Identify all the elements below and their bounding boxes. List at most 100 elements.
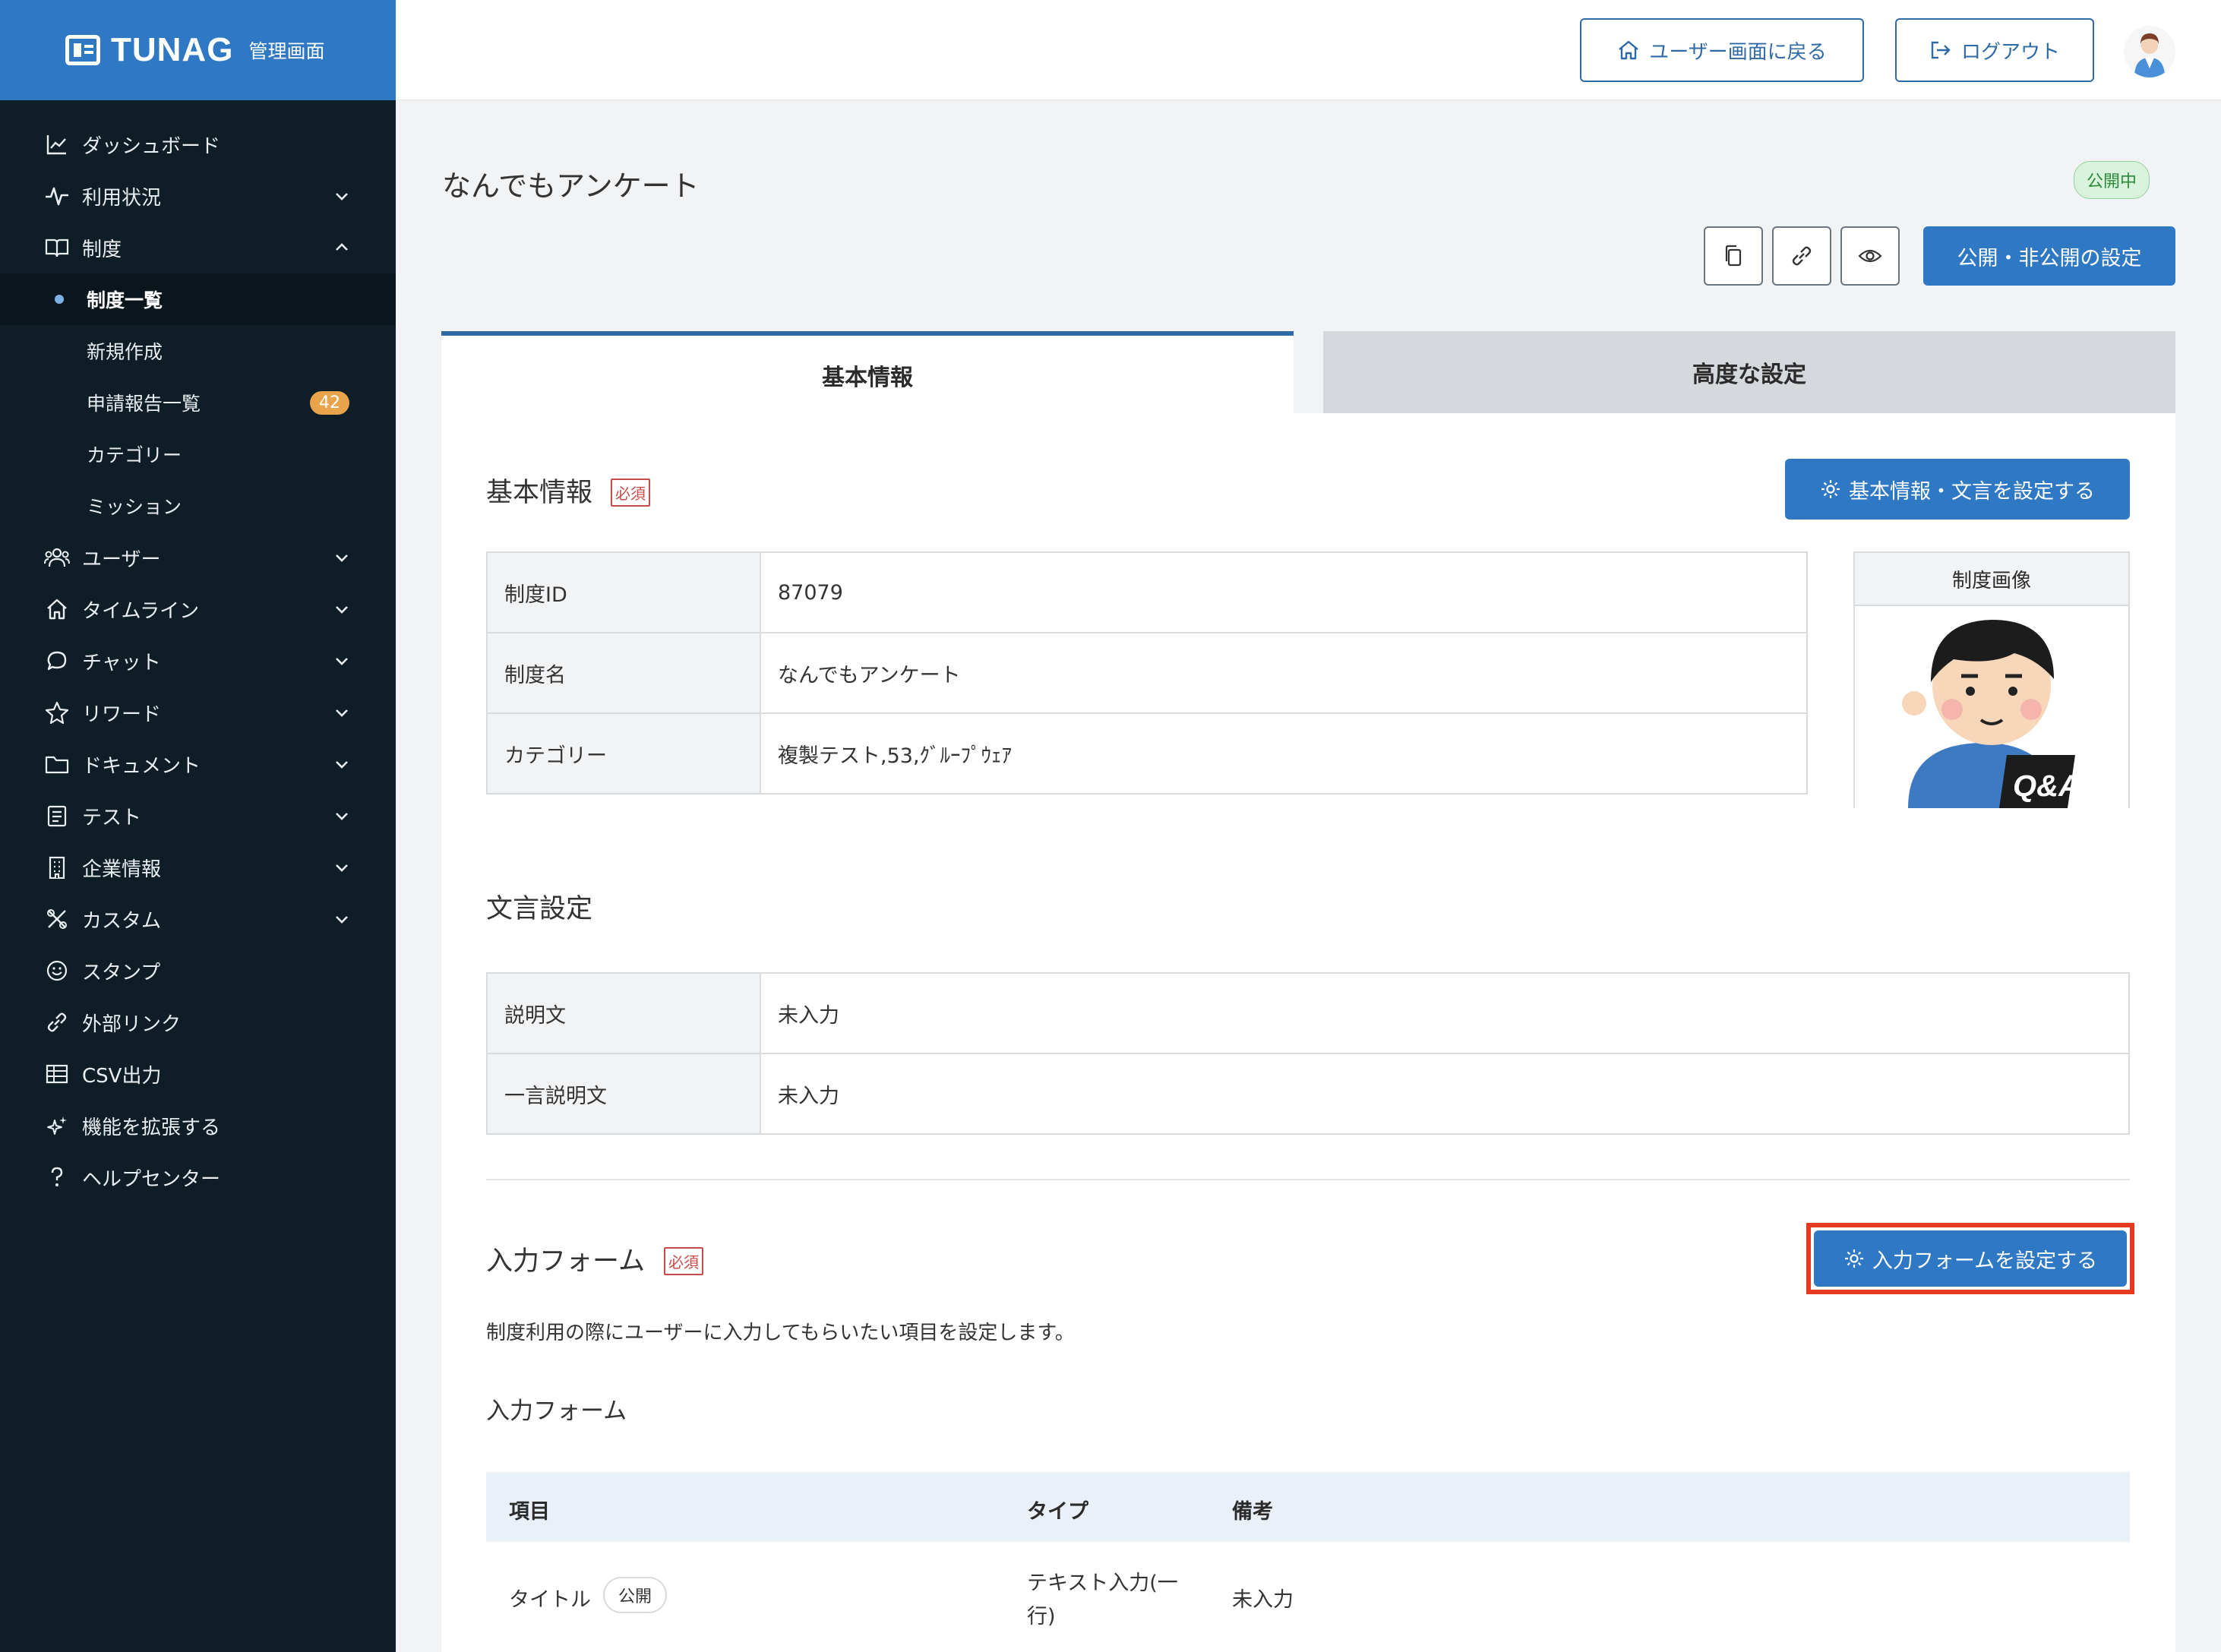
- input-form-subtitle: 入力フォーム: [486, 1398, 627, 1425]
- top-header: ユーザー画面に戻る ログアウト: [396, 0, 2221, 100]
- sidebar-item-label: テスト: [82, 806, 142, 829]
- chevron-down-icon: [336, 761, 348, 769]
- logout-button[interactable]: ログアウト: [1895, 18, 2094, 82]
- sidebar-subitem-applications[interactable]: 申請報告一覧 42: [0, 377, 396, 428]
- form-item-type-line1: テキスト入力(一: [1027, 1571, 1178, 1595]
- sidebar-item-label: CSV出力: [82, 1064, 162, 1088]
- chevron-down-icon: [336, 709, 348, 717]
- sidebar-item-label: 機能を拡張する: [82, 1116, 221, 1139]
- link-icon: [44, 1009, 70, 1035]
- sidebar-item-label: 外部リンク: [82, 1012, 182, 1036]
- sidebar-item-timeline[interactable]: タイムライン: [0, 583, 396, 635]
- table-row: 制度ID 87079: [486, 551, 1808, 633]
- sidebar-item-reward[interactable]: リワード: [0, 687, 396, 738]
- sidebar-item-stamp[interactable]: スタンプ: [0, 945, 396, 997]
- row-label: 一言説明文: [486, 1053, 761, 1135]
- sidebar-subitem-system-list[interactable]: 制度一覧: [0, 273, 396, 325]
- copy-link-button[interactable]: [1772, 226, 1831, 286]
- row-label: 説明文: [486, 972, 761, 1054]
- table-row: カテゴリー 複製テスト,53,ｸﾞﾙｰﾌﾟｳｪｱ: [486, 712, 1808, 794]
- building-icon: [44, 854, 70, 880]
- sidebar-item-external-link[interactable]: 外部リンク: [0, 997, 396, 1048]
- tab-basic-info[interactable]: 基本情報: [441, 331, 1294, 415]
- required-badge: 必須: [664, 1247, 703, 1275]
- sidebar-subitem-mission[interactable]: ミッション: [0, 480, 396, 532]
- sidebar-nav: ダッシュボード 利用状況 制度 制度一覧 新規作成 申請報告一覧 42 カテゴリ…: [0, 100, 396, 1203]
- sidebar-subitem-category[interactable]: カテゴリー: [0, 428, 396, 480]
- sidebar-item-chat[interactable]: チャット: [0, 635, 396, 687]
- logo-icon: [65, 35, 100, 65]
- tab-advanced-settings[interactable]: 高度な設定: [1323, 331, 2175, 413]
- row-label: 制度名: [486, 632, 761, 714]
- publish-settings-button[interactable]: 公開・非公開の設定: [1923, 226, 2175, 286]
- sidebar-item-usage[interactable]: 利用状況: [0, 170, 396, 222]
- sidebar-item-label: チャット: [82, 651, 161, 674]
- sidebar-item-dashboard[interactable]: ダッシュボード: [0, 118, 396, 170]
- sidebar-item-custom[interactable]: カスタム: [0, 893, 396, 945]
- column-header-item: 項目: [509, 1500, 550, 1524]
- row-label: 制度ID: [486, 551, 761, 633]
- chevron-down-icon: [336, 916, 348, 924]
- system-image-box: 制度画像 Q&A: [1853, 551, 2130, 808]
- home-icon: [1619, 40, 1639, 60]
- chat-icon: [44, 648, 70, 674]
- sidebar-item-system[interactable]: 制度: [0, 222, 396, 273]
- sidebar-subitem-label: カテゴリー: [87, 444, 182, 466]
- row-value: 複製テスト,53,ｸﾞﾙｰﾌﾟｳｪｱ: [760, 712, 1808, 794]
- public-pill: 公開: [603, 1577, 668, 1613]
- folder-icon: [44, 751, 70, 777]
- row-value: 87079: [760, 551, 1808, 633]
- sidebar-item-extend[interactable]: 機能を拡張する: [0, 1100, 396, 1151]
- copy-button[interactable]: [1704, 226, 1763, 286]
- basic-info-table: 制度ID 87079 制度名 なんでもアンケート カテゴリー 複製テスト,53,…: [486, 551, 1808, 794]
- form-table-header: 項目 タイプ 備考: [486, 1472, 2130, 1542]
- input-form-title: 入力フォーム: [486, 1246, 645, 1277]
- section-divider: [486, 1179, 2130, 1180]
- sidebar-subitem-new[interactable]: 新規作成: [0, 325, 396, 377]
- required-badge: 必須: [611, 479, 650, 507]
- basic-settings-button[interactable]: 基本情報・文言を設定する: [1785, 459, 2130, 520]
- smile-icon: [44, 958, 70, 984]
- preview-button[interactable]: [1840, 226, 1900, 286]
- back-to-user-button[interactable]: ユーザー画面に戻る: [1580, 18, 1864, 82]
- book-icon: [44, 235, 70, 261]
- sidebar-item-test[interactable]: テスト: [0, 790, 396, 842]
- sidebar-item-users[interactable]: ユーザー: [0, 532, 396, 583]
- table-icon: [44, 1061, 70, 1087]
- sidebar-subitem-label: 申請報告一覧: [87, 393, 201, 415]
- chevron-down-icon: [336, 193, 348, 201]
- avatar[interactable]: [2124, 26, 2175, 77]
- sidebar-item-document[interactable]: ドキュメント: [0, 738, 396, 790]
- form-item-note: 未入力: [1232, 1588, 1294, 1612]
- chevron-down-icon: [336, 813, 348, 820]
- form-item-name: タイトル: [509, 1588, 591, 1612]
- sidebar-item-label: ヘルプセンター: [82, 1167, 221, 1191]
- chevron-up-icon: [336, 243, 348, 251]
- system-image: Q&A: [1855, 606, 2128, 808]
- status-badge: 公開中: [2074, 161, 2150, 199]
- eye-icon: [1858, 249, 1882, 263]
- sparkle-icon: [44, 1113, 70, 1139]
- sidebar-item-company[interactable]: 企業情報: [0, 842, 396, 893]
- sidebar-subitem-label: 制度一覧: [87, 289, 163, 311]
- back-to-user-label: ユーザー画面に戻る: [1649, 40, 1827, 64]
- tools-icon: [44, 906, 70, 932]
- image-caption: Q&A: [2013, 769, 2080, 803]
- wording-table: 説明文 未入力 一言説明文 未入力: [486, 972, 2130, 1135]
- sidebar: TUNAG 管理画面 ダッシュボード 利用状況 制度 制度一覧 新規作成 申請報…: [0, 0, 396, 1652]
- sidebar-item-label: ダッシュボード: [82, 134, 221, 158]
- sidebar-item-csv[interactable]: CSV出力: [0, 1048, 396, 1100]
- chevron-down-icon: [336, 864, 348, 872]
- row-label: カテゴリー: [486, 712, 761, 794]
- table-row[interactable]: タイトル 公開 テキスト入力(一 行) 未入力: [486, 1542, 2130, 1652]
- basic-settings-label: 基本情報・文言を設定する: [1849, 479, 2095, 504]
- logo-text: TUNAG: [111, 31, 234, 68]
- chart-line-icon: [44, 131, 70, 157]
- column-header-type: タイプ: [1027, 1500, 1088, 1524]
- form-item-type-line2: 行): [1027, 1605, 1056, 1628]
- logo-bar[interactable]: TUNAG 管理画面: [0, 0, 396, 100]
- input-form-settings-button[interactable]: 入力フォームを設定する: [1814, 1230, 2127, 1287]
- sidebar-item-help[interactable]: ヘルプセンター: [0, 1151, 396, 1203]
- count-badge: 42: [310, 390, 349, 415]
- row-value: 未入力: [760, 972, 2130, 1054]
